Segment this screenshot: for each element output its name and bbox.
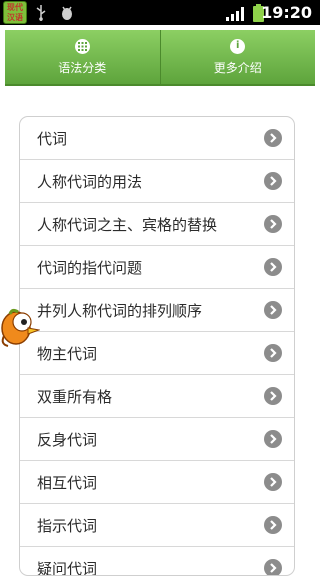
- list-item-label: 疑问代词: [37, 558, 97, 576]
- list-item[interactable]: 相互代词: [20, 461, 294, 504]
- tab-label: 更多介绍: [214, 59, 262, 76]
- bird-mascot-icon[interactable]: [0, 306, 40, 352]
- list-item[interactable]: 代词: [20, 117, 294, 160]
- list-item-label: 代词的指代问题: [37, 257, 142, 278]
- tab-more-info[interactable]: i 更多介绍: [160, 30, 316, 84]
- list-item[interactable]: 并列人称代词的排列顺序: [20, 289, 294, 332]
- list-item-label: 人称代词之主、宾格的替换: [37, 214, 217, 235]
- list-item-label: 相互代词: [37, 472, 97, 493]
- grid-icon: [75, 39, 90, 54]
- signal-icon: [226, 6, 244, 25]
- list-item-label: 反身代词: [37, 429, 97, 450]
- list-item[interactable]: 疑问代词: [20, 547, 294, 576]
- list-item-label: 指示代词: [37, 515, 97, 536]
- list-item[interactable]: 人称代词之主、宾格的替换: [20, 203, 294, 246]
- chevron-right-icon: [264, 473, 282, 491]
- list-item[interactable]: 物主代词: [20, 332, 294, 375]
- chevron-right-icon: [264, 129, 282, 147]
- usb-icon: [36, 5, 46, 25]
- list-item-label: 并列人称代词的排列顺序: [37, 300, 202, 321]
- list-item-label: 代词: [37, 128, 67, 149]
- chevron-right-icon: [264, 344, 282, 362]
- tab-grammar-categories[interactable]: 语法分类: [5, 30, 160, 84]
- chevron-right-icon: [264, 516, 282, 534]
- chevron-right-icon: [264, 301, 282, 319]
- list-item[interactable]: 双重所有格: [20, 375, 294, 418]
- list-item[interactable]: 代词的指代问题: [20, 246, 294, 289]
- status-clock: 19:20: [261, 3, 312, 22]
- app-badge-icon: 现代汉语: [3, 1, 27, 24]
- list-item-label: 人称代词的用法: [37, 171, 142, 192]
- list-item[interactable]: 指示代词: [20, 504, 294, 547]
- tab-label: 语法分类: [58, 59, 106, 76]
- list-item-label: 双重所有格: [37, 386, 112, 407]
- chevron-right-icon: [264, 172, 282, 190]
- top-tab-bar: 语法分类 i 更多介绍: [5, 30, 315, 86]
- info-icon: i: [230, 39, 245, 54]
- debug-icon: [60, 5, 74, 25]
- chevron-right-icon: [264, 215, 282, 233]
- status-bar: 现代汉语 19:20: [0, 0, 320, 25]
- topic-list: 代词 人称代词的用法 人称代词之主、宾格的替换 代词的指代问题 并列人称代词的排…: [19, 116, 295, 576]
- list-item[interactable]: 人称代词的用法: [20, 160, 294, 203]
- list-item-label: 物主代词: [37, 343, 97, 364]
- list-item[interactable]: 反身代词: [20, 418, 294, 461]
- chevron-right-icon: [264, 258, 282, 276]
- chevron-right-icon: [264, 387, 282, 405]
- chevron-right-icon: [264, 430, 282, 448]
